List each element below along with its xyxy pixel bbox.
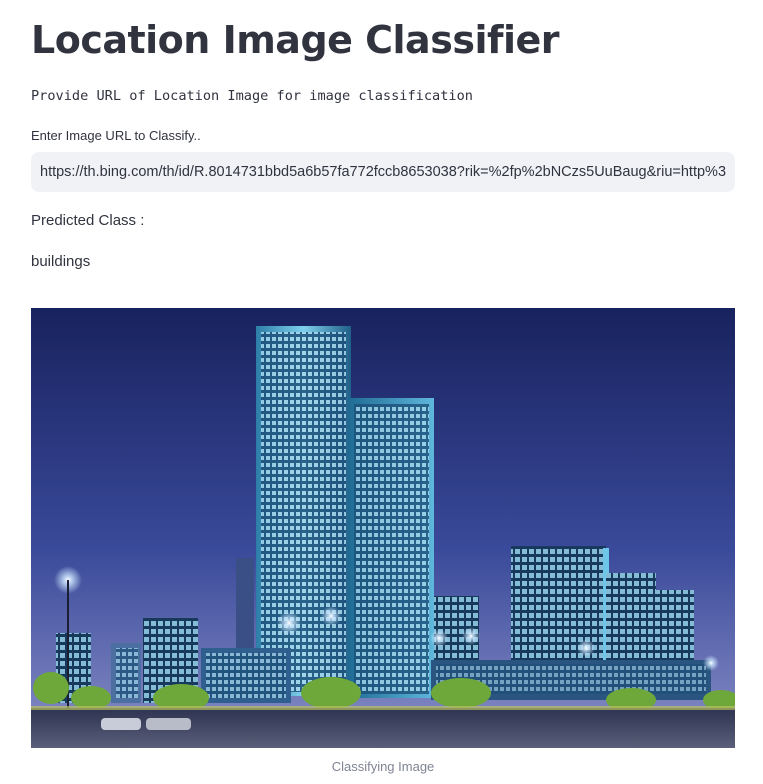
url-input-label: Enter Image URL to Classify.. (31, 128, 201, 143)
page-subtitle: Provide URL of Location Image for image … (31, 88, 473, 104)
page-title: Location Image Classifier (31, 18, 560, 62)
predicted-class-label: Predicted Class : (31, 212, 145, 229)
image-url-input[interactable] (31, 152, 735, 192)
classified-image (31, 308, 735, 748)
image-caption: Classifying Image (331, 759, 435, 774)
predicted-class-value: buildings (31, 253, 91, 270)
city-skyline-image (31, 308, 735, 748)
app-main: Location Image Classifier Provide URL of… (0, 0, 763, 784)
